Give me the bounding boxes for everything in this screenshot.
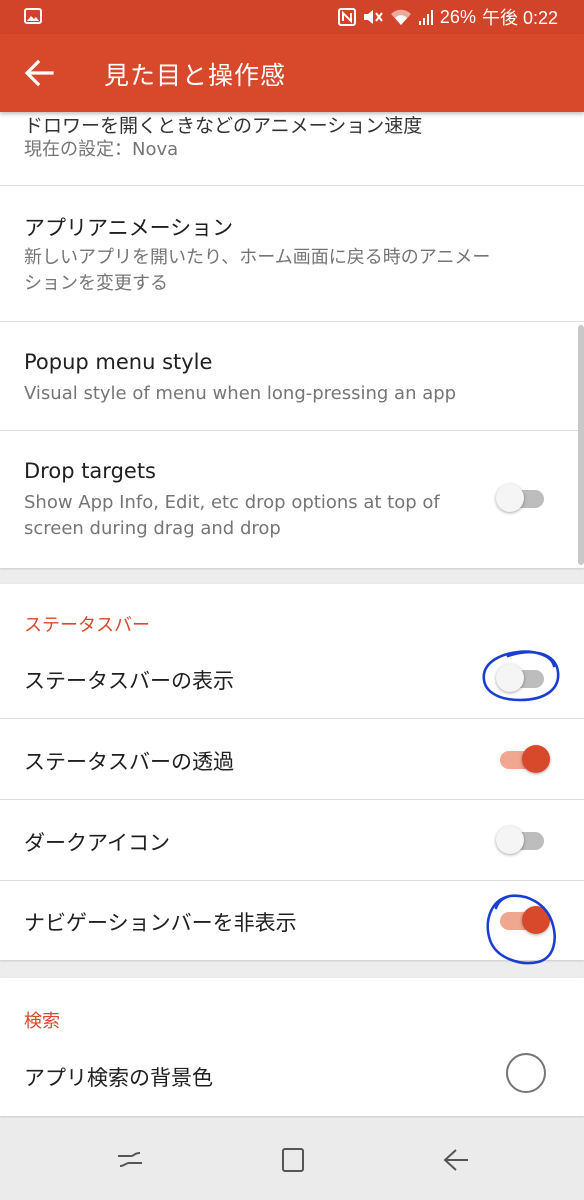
setting-summary-line2: screen during drag and drop (24, 518, 281, 539)
statusbar-transparent-toggle[interactable] (494, 740, 554, 780)
battery-level: 26% (439, 6, 476, 27)
section-header: 検索 (24, 1011, 60, 1032)
mute-icon (363, 10, 383, 24)
toggle-thumb (496, 826, 524, 854)
home-icon[interactable] (277, 1144, 309, 1176)
setting-summary-line2: ションを変更する (24, 273, 168, 294)
signal-icon (418, 10, 433, 25)
setting-title: Drop targets (24, 459, 156, 483)
setting-drop-targets[interactable]: Drop targets Show App Info, Edit, etc dr… (0, 431, 584, 568)
toggle-thumb (522, 906, 550, 934)
setting-title: ダークアイコン (24, 831, 170, 855)
section-header: ステータスバー (24, 615, 150, 636)
toggle-thumb (496, 484, 524, 512)
statusbar-section-card: ステータスバー ステータスバーの表示 ステータスバーの透過 ダークアイコン ナビ… (0, 584, 584, 960)
setting-summary: 現在の設定：Nova (24, 139, 179, 160)
setting-summary-line1: Show App Info, Edit, etc drop options at… (24, 492, 440, 513)
hide-navbar-toggle[interactable] (494, 901, 554, 941)
app-bar: 見た目と操作感 (0, 34, 584, 112)
scroll-indicator (578, 325, 584, 565)
setting-title: ドロワーを開くときなどのアニメーション速度 (24, 115, 423, 137)
setting-app-animation[interactable]: アプリアニメーション 新しいアプリを開いたり、ホーム画面に戻る時のアニメー ショ… (0, 186, 584, 321)
dark-icons-toggle[interactable] (494, 821, 554, 861)
setting-statusbar-show[interactable]: ステータスバーの表示 (0, 639, 584, 718)
setting-summary: Visual style of menu when long-pressing … (24, 383, 457, 404)
back-icon[interactable] (440, 1144, 472, 1176)
recent-apps-icon[interactable] (114, 1144, 146, 1176)
clock: 午後 0:22 (481, 8, 558, 28)
drop-targets-toggle[interactable] (494, 479, 554, 519)
gallery-icon (24, 8, 42, 24)
setting-statusbar-transparent[interactable]: ステータスバーの透過 (0, 719, 584, 799)
setting-popup-menu-style[interactable]: Popup menu style Visual style of menu wh… (0, 322, 584, 430)
wifi-icon (390, 9, 411, 25)
search-section-card: 検索 アプリ検索の背景色 (0, 978, 584, 1116)
color-radio-button[interactable] (506, 1053, 546, 1093)
setting-title: アプリアニメーション (24, 216, 234, 240)
general-settings-card: ドロワーを開くときなどのアニメーション速度 現在の設定：Nova アプリアニメー… (0, 112, 584, 568)
setting-title: Popup menu style (24, 350, 213, 374)
setting-title: ステータスバーの表示 (24, 669, 234, 693)
statusbar-show-toggle[interactable] (494, 659, 554, 699)
setting-hide-navbar[interactable]: ナビゲーションバーを非表示 (0, 881, 584, 960)
setting-title: アプリ検索の背景色 (24, 1066, 213, 1090)
setting-drawer-animation[interactable]: ドロワーを開くときなどのアニメーション速度 現在の設定：Nova (0, 112, 584, 185)
setting-title: ステータスバーの透過 (24, 750, 234, 774)
arrow-back-icon[interactable] (22, 58, 56, 88)
system-navigation-bar (0, 1120, 584, 1200)
toggle-thumb (522, 745, 550, 773)
system-status-bar: 26% 午後 0:22 (0, 0, 584, 34)
setting-dark-icons[interactable]: ダークアイコン (0, 800, 584, 880)
setting-app-search-bg-color[interactable]: アプリ検索の背景色 (0, 1036, 584, 1116)
setting-summary-line1: 新しいアプリを開いたり、ホーム画面に戻る時のアニメー (24, 247, 491, 268)
page-title: 見た目と操作感 (104, 61, 287, 90)
nfc-icon (337, 8, 356, 26)
setting-title: ナビゲーションバーを非表示 (24, 911, 297, 935)
toggle-thumb (496, 664, 524, 692)
